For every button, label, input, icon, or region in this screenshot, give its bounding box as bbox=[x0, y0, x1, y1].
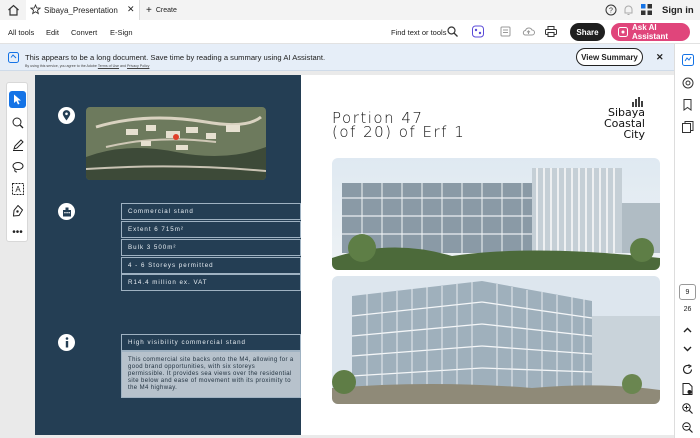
more-dots-icon: ••• bbox=[12, 227, 23, 238]
rotate-icon[interactable] bbox=[682, 364, 693, 375]
menu-convert[interactable]: Convert bbox=[71, 28, 97, 37]
comment-icon[interactable] bbox=[682, 77, 694, 89]
building-icon bbox=[58, 203, 75, 220]
share-button[interactable]: Share bbox=[570, 23, 605, 41]
tab-title: Sibaya_Presentation -... bbox=[44, 6, 120, 15]
sibaya-logo: Sibaya Coastal City bbox=[589, 97, 645, 140]
create-tab-button[interactable]: + Create bbox=[142, 3, 184, 17]
legal-prefix: By using this service, you agree to the … bbox=[25, 64, 97, 68]
visibility-title: High visibility commercial stand bbox=[121, 334, 301, 351]
help-icon[interactable]: ? bbox=[605, 4, 617, 16]
apps-grid-icon[interactable] bbox=[641, 4, 652, 15]
total-pages: 26 bbox=[683, 306, 692, 313]
chevron-up-icon[interactable] bbox=[683, 327, 692, 333]
pages-icon[interactable] bbox=[682, 121, 694, 133]
ai-summary-icon bbox=[8, 52, 19, 63]
ai-sparkle-icon[interactable] bbox=[472, 25, 484, 38]
edit-pdf-icon[interactable] bbox=[500, 26, 511, 37]
create-label: Create bbox=[155, 6, 177, 14]
home-icon[interactable] bbox=[7, 4, 20, 16]
highlight-tool[interactable] bbox=[9, 136, 26, 153]
info-icon bbox=[58, 334, 75, 351]
page-tools-icon[interactable] bbox=[682, 383, 693, 395]
text-box-icon: A bbox=[11, 182, 24, 195]
visibility-body: This commercial site backs onto the M4, … bbox=[128, 357, 294, 391]
print-icon[interactable] bbox=[545, 26, 557, 37]
notice-legal: By using this service, you agree to the … bbox=[25, 64, 149, 68]
spec-bulk: Bulk 3 500m² bbox=[121, 239, 301, 256]
document-tab[interactable]: Sibaya_Presentation -... ✕ bbox=[26, 0, 140, 20]
pdf-page-left: Commercial stand Extent 6 715m² Bulk 3 5… bbox=[35, 75, 301, 435]
lasso-icon bbox=[12, 161, 23, 172]
star-icon[interactable] bbox=[30, 4, 41, 15]
comment-zoom-icon bbox=[12, 117, 23, 128]
spec-storeys: 4 - 6 Storeys permitted bbox=[121, 257, 301, 274]
ask-ai-assistant-button[interactable]: Ask AI Assistant bbox=[611, 23, 690, 41]
sign-in-link[interactable]: Sign in bbox=[662, 5, 694, 16]
sign-tool[interactable] bbox=[9, 202, 26, 219]
building-photo-bottom bbox=[332, 276, 660, 404]
building-photo-top bbox=[332, 158, 660, 270]
find-text-field[interactable]: Find text or tools bbox=[391, 28, 446, 37]
page-number-input[interactable]: 9 bbox=[679, 284, 696, 300]
view-summary-button[interactable]: View Summary bbox=[576, 48, 643, 66]
location-pin-icon bbox=[58, 107, 75, 124]
visibility-body-box: This commercial site backs onto the M4, … bbox=[121, 351, 301, 398]
ai-assistant-icon bbox=[618, 27, 628, 37]
heading-line-2: (of 20) of Erf 1 bbox=[332, 123, 466, 141]
search-icon[interactable] bbox=[447, 26, 458, 37]
pdf-page-right: Portion 47 (of 20) of Erf 1 Sibaya Coast… bbox=[301, 75, 674, 435]
draw-tool[interactable] bbox=[9, 158, 26, 175]
more-tools[interactable]: ••• bbox=[9, 224, 26, 241]
spec-extent: Extent 6 715m² bbox=[121, 221, 301, 238]
chevron-down-icon[interactable] bbox=[683, 346, 692, 352]
zoom-in-icon[interactable] bbox=[682, 403, 693, 414]
bookmark-icon[interactable] bbox=[682, 99, 694, 111]
browser-tab-bar: Sibaya_Presentation -... ✕ + Create ? Si… bbox=[0, 0, 700, 20]
logo-line-3: City bbox=[623, 128, 645, 141]
plus-icon: + bbox=[146, 4, 152, 16]
comment-tool[interactable] bbox=[9, 114, 26, 131]
fountain-pen-icon bbox=[12, 204, 23, 217]
terms-link[interactable]: Terms of Use bbox=[98, 64, 119, 68]
cursor-arrow-icon bbox=[14, 94, 21, 105]
svg-text:?: ? bbox=[609, 8, 613, 15]
site-map-image bbox=[86, 107, 266, 180]
select-tool[interactable] bbox=[9, 91, 26, 108]
spec-commercial-stand: Commercial stand bbox=[121, 203, 301, 220]
text-tool[interactable]: A bbox=[9, 180, 26, 197]
right-sidebar: 9 26 bbox=[674, 44, 700, 438]
close-notice-icon[interactable]: ✕ bbox=[656, 52, 664, 63]
close-tab-icon[interactable]: ✕ bbox=[127, 4, 135, 15]
spec-price: R14.4 million ex. VAT bbox=[121, 274, 301, 291]
menu-edit[interactable]: Edit bbox=[46, 28, 59, 37]
portion-heading: Portion 47 (of 20) of Erf 1 bbox=[332, 111, 466, 141]
menu-bar: All tools Edit Convert E-Sign Find text … bbox=[0, 20, 700, 44]
menu-all-tools[interactable]: All tools bbox=[8, 28, 34, 37]
upload-cloud-icon[interactable] bbox=[522, 26, 535, 37]
bell-icon[interactable] bbox=[623, 4, 634, 16]
zoom-out-icon[interactable] bbox=[682, 422, 693, 433]
notice-text: This appears to be a long document. Save… bbox=[25, 53, 326, 62]
menu-e-sign[interactable]: E-Sign bbox=[110, 28, 133, 37]
pen-icon bbox=[12, 138, 24, 151]
ai-notice-banner: This appears to be a long document. Save… bbox=[0, 44, 674, 71]
left-toolbar: A ••• bbox=[6, 82, 28, 242]
svg-text:A: A bbox=[15, 185, 21, 194]
ask-ai-label: Ask AI Assistant bbox=[632, 23, 669, 41]
privacy-link[interactable]: Privacy Policy bbox=[127, 64, 149, 68]
legal-and: and bbox=[120, 64, 127, 68]
ai-panel-icon[interactable] bbox=[682, 54, 694, 66]
